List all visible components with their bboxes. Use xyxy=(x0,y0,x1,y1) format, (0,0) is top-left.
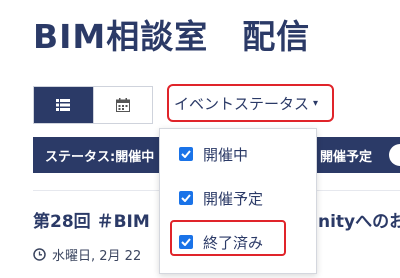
calendar-icon xyxy=(115,98,130,112)
filter-status-text: ステータス:開催中 xyxy=(45,150,155,165)
event-status-label: イベントステータス xyxy=(174,94,310,113)
clock-icon xyxy=(33,248,46,261)
checkbox-checked-icon[interactable] xyxy=(179,147,193,161)
calendar-view-button[interactable] xyxy=(92,87,152,123)
event-title-start: 第28回 ＃BIM xyxy=(33,212,150,232)
event-title[interactable]: 第28回 ＃BIM nityへのお xyxy=(33,207,400,232)
caret-down-icon: ▾ xyxy=(313,97,319,109)
menu-item-label: 開催中 xyxy=(203,145,249,164)
menu-item-label: 開催予定 xyxy=(203,189,264,208)
list-view-button[interactable] xyxy=(34,87,93,123)
checkbox-checked-icon[interactable] xyxy=(179,191,193,205)
event-title-end: nityへのお xyxy=(318,212,400,232)
filter-scheduled-text: 開催予定 xyxy=(320,150,373,165)
event-date: 水曜日, 2月 22 xyxy=(33,245,141,264)
menu-item-scheduled[interactable]: 開催予定 xyxy=(160,180,316,216)
filter-toggle-knob[interactable] xyxy=(389,144,400,166)
ended-highlight-box xyxy=(170,220,286,256)
page-title: BIM相談室 配信 xyxy=(33,17,311,56)
menu-item-ongoing[interactable]: 開催中 xyxy=(160,136,316,172)
view-toggle xyxy=(33,86,153,124)
event-status-dropdown[interactable]: イベントステータス ▾ xyxy=(167,84,334,122)
list-icon xyxy=(56,99,71,111)
event-date-text: 水曜日, 2月 22 xyxy=(52,249,142,264)
